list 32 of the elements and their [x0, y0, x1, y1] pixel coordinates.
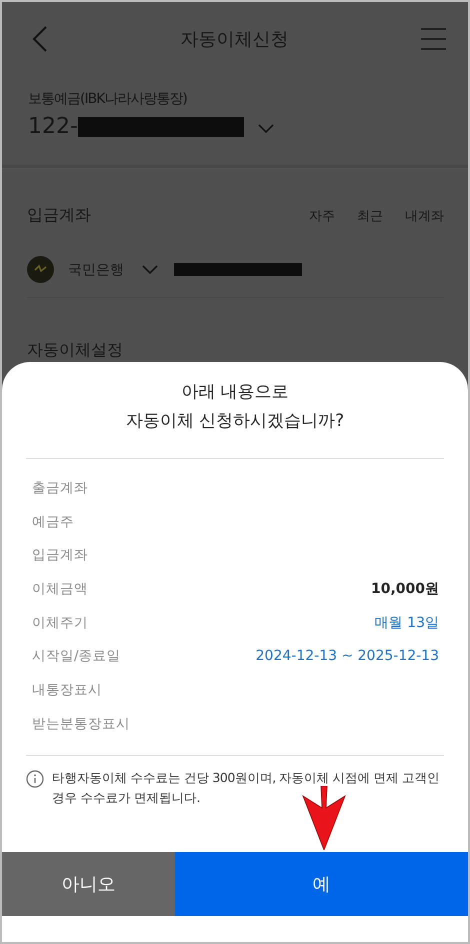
account-tab[interactable]: 자주 [309, 206, 335, 224]
field-label: 시작일/종료일 [32, 647, 121, 666]
dialog-title: 자동이체 신청하시겠습니까? [126, 410, 344, 432]
page-title: 자동이체신청 [180, 28, 288, 51]
dialog-title: 아래 내용으로 [181, 381, 289, 403]
field-label: 예금주 [32, 512, 74, 531]
field-value: 2024-12-13 ~ 2025-12-13 [256, 648, 439, 664]
notice-text: 타행자동이체 수수료는 건당 300원이며, 자동이체 시점에 면제 고객인 경우 수수료가 면제됩니다. [52, 768, 441, 806]
field-label: 내통장표시 [32, 680, 102, 699]
field-label: 받는분통장표시 [32, 714, 130, 733]
account-tab[interactable]: 내계좌 [405, 206, 444, 224]
dialog-button[interactable]: 아니오 [2, 852, 175, 916]
bank-name[interactable]: 국민은행 [68, 260, 140, 278]
section-title: 자동이체설정 [27, 340, 124, 361]
field-label: 이체주기 [32, 614, 88, 632]
chevron-down-icon[interactable] [258, 124, 274, 134]
field-value: 10,000원 [370, 580, 439, 598]
bank-logo-icon [27, 256, 54, 283]
field-value: 매월 13일 [374, 614, 439, 632]
info-icon [26, 770, 44, 788]
menu-icon[interactable] [421, 28, 446, 50]
back-icon[interactable] [32, 25, 48, 53]
dialog-button[interactable]: 예 [175, 852, 468, 916]
field-label: 출금계좌 [32, 478, 88, 497]
account-number: 122- [28, 114, 78, 139]
field-label: 이체금액 [32, 580, 88, 598]
section-title: 입금계좌 [27, 205, 91, 226]
field-label: 입금계좌 [32, 546, 88, 564]
chevron-down-icon[interactable] [142, 264, 158, 274]
pointer-arrow-icon [301, 786, 347, 850]
account-tab[interactable]: 최근 [357, 206, 383, 224]
account-type-label: 보통예금(IBK나라사랑통장) [28, 90, 188, 108]
